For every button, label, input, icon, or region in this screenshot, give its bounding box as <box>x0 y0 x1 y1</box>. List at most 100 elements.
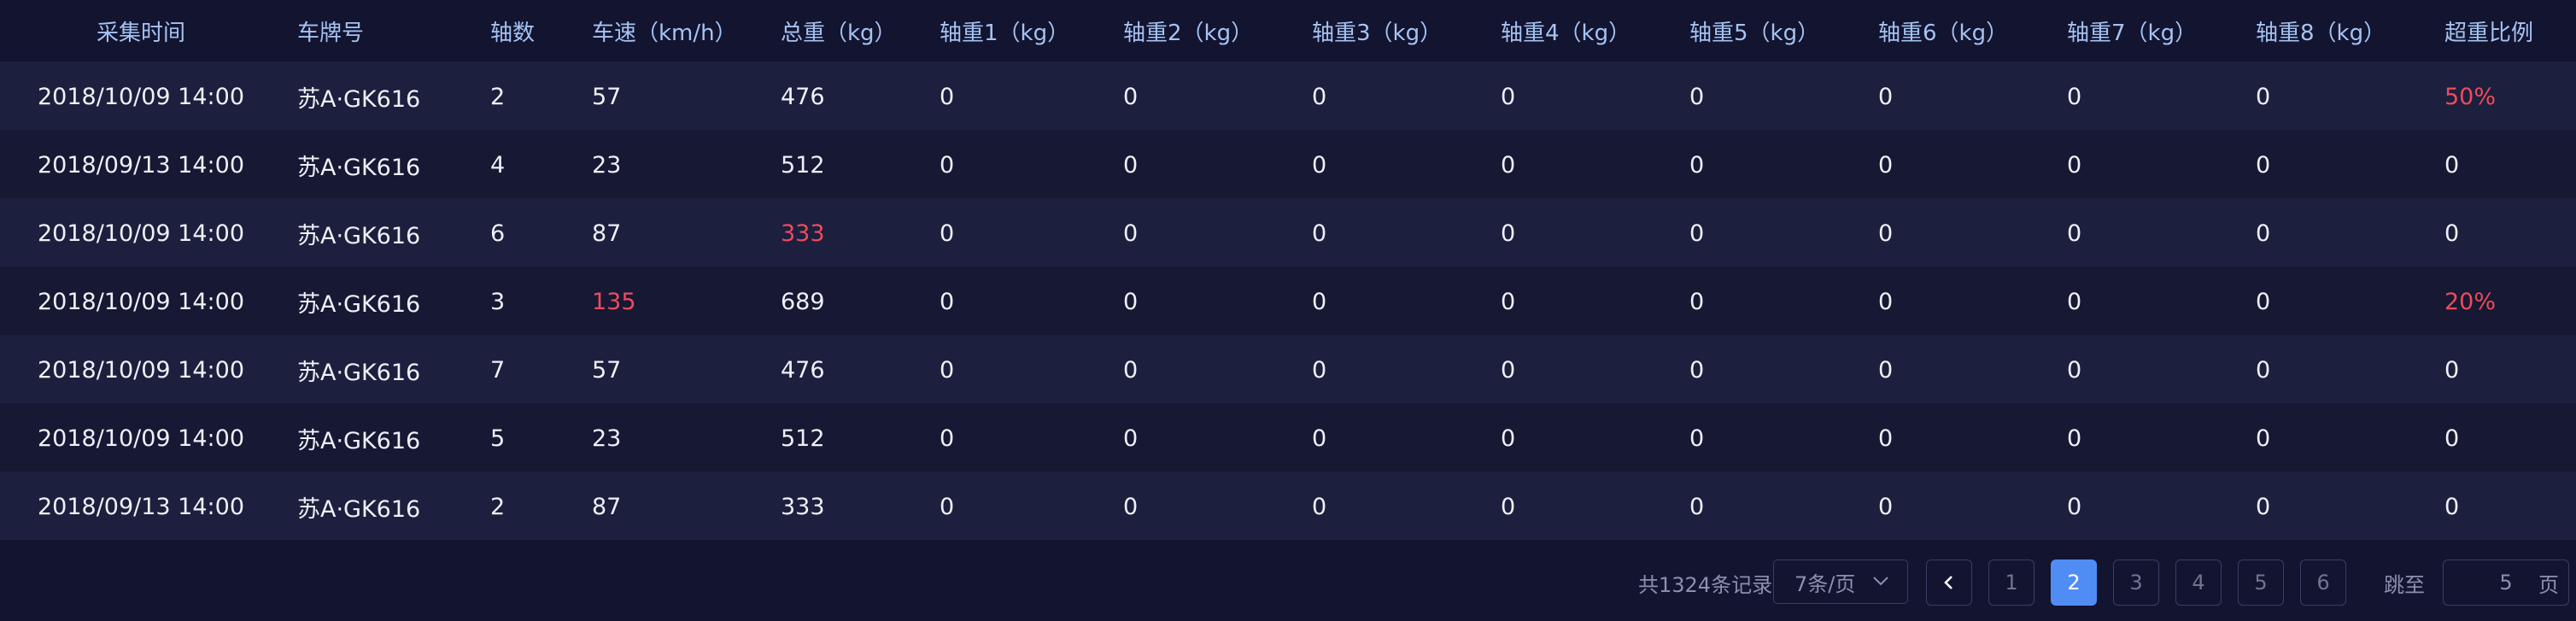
column-header-axle-weight-5: 轴重5（kg） <box>1689 21 1820 46</box>
table-cell: 0 <box>2067 220 2082 247</box>
page-button-3[interactable]: 3 <box>2113 559 2159 606</box>
page-size-select[interactable]: 7条/页 <box>1773 559 1908 604</box>
table-cell: 0 <box>1878 83 1894 110</box>
table-cell: 0 <box>1878 425 1894 452</box>
table-cell: 0 <box>1501 151 1516 179</box>
table-cell: 0 <box>1123 288 1139 315</box>
table-cell: 苏A·GK616 <box>297 427 421 454</box>
table-row[interactable]: 2018/10/09 14:00 苏A·GK616 7 57 476 0 0 0 0 0 0 0 0 0 <box>0 335 2576 403</box>
table-row[interactable]: 2018/10/09 14:00 苏A·GK616 3 135 689 0 0 0 0 0 0 0 0 2… <box>0 267 2576 335</box>
table-cell: 0 <box>2067 425 2082 452</box>
table-cell: 0 <box>1312 220 1327 247</box>
table-cell: 0 <box>2444 425 2460 452</box>
table-cell: 2018/10/09 14:00 <box>37 356 244 384</box>
table-cell: 3 <box>490 288 506 315</box>
table-cell: 0 <box>1689 151 1705 179</box>
total-records: 共1324条记录 <box>1638 572 1773 597</box>
table-cell: 0 <box>1312 356 1327 384</box>
page-button-4[interactable]: 4 <box>2175 559 2222 606</box>
table-cell: 苏A·GK616 <box>297 222 421 249</box>
table-cell: 苏A·GK616 <box>297 495 421 523</box>
table-row[interactable]: 2018/09/13 14:00 苏A·GK616 2 87 333 0 0 0 0 0 0 0 0 0 <box>0 472 2576 540</box>
table-cell: 0 <box>1123 220 1139 247</box>
table-cell: 6 <box>490 220 506 247</box>
table-cell: 57 <box>592 356 622 384</box>
table-row[interactable]: 2018/10/09 14:00 苏A·GK616 2 57 476 0 0 0 0 0 0 0 0 50… <box>0 62 2576 130</box>
table-cell: 333 <box>781 220 825 247</box>
table-cell: 0 <box>1123 425 1139 452</box>
table-cell: 0 <box>2256 220 2271 247</box>
table-cell: 0 <box>1501 220 1516 247</box>
table-body: 2018/10/09 14:00 苏A·GK616 2 57 476 0 0 0 0 0 0 0 0 5 0… <box>0 62 2576 540</box>
table-cell: 0 <box>2067 83 2082 110</box>
page-unit-label: 页 <box>2538 572 2559 597</box>
table-cell: 0 <box>1312 425 1327 452</box>
table-cell: 2018/10/09 14:00 <box>37 83 244 110</box>
table-cell: 0 <box>2444 220 2460 247</box>
column-header-speed: 车速（km/h） <box>592 21 737 46</box>
table-cell: 476 <box>781 356 825 384</box>
column-header-axle-weight-2: 轴重2（kg） <box>1123 21 1254 46</box>
table-cell: 23 <box>592 425 622 452</box>
table-cell: 0 <box>1689 493 1705 520</box>
pagination: 共1324条记录 7条/页 123456 跳至 页 <box>0 559 2576 606</box>
table-cell: 苏A·GK616 <box>297 154 421 181</box>
table-cell: 0 <box>1501 83 1516 110</box>
table-row[interactable]: 2018/10/09 14:00 苏A·GK616 6 87 333 0 0 0 0 0 0 0 0 0 <box>0 198 2576 267</box>
column-header-axle-weight-7: 轴重7（kg） <box>2067 21 2198 46</box>
page-button-5[interactable]: 5 <box>2238 559 2284 606</box>
table-cell: 0 <box>940 288 955 315</box>
table-cell: 87 <box>592 493 622 520</box>
table-cell: 333 <box>781 493 825 520</box>
table-cell: 2018/09/13 14:00 <box>37 493 244 520</box>
table-cell: 0 <box>1312 493 1327 520</box>
table-cell: 0 <box>1878 493 1894 520</box>
table-cell: 0 <box>940 425 955 452</box>
table-cell: 135 <box>592 288 636 315</box>
table-cell: 0 <box>1501 425 1516 452</box>
page-size-value: 7条/页 <box>1794 571 1856 596</box>
table-cell: 0 <box>1501 356 1516 384</box>
column-header-axle-weight-6: 轴重6（kg） <box>1878 21 2009 46</box>
table-cell: 0 <box>1501 493 1516 520</box>
table-cell: 0 <box>940 151 955 179</box>
table-cell: 0 <box>940 220 955 247</box>
table-cell: 0 <box>1123 493 1139 520</box>
table-cell: 2 <box>490 493 506 520</box>
table-cell: 0 <box>2444 151 2460 179</box>
table-cell: 苏A·GK616 <box>297 85 421 113</box>
column-header-axle-weight-8: 轴重8（kg） <box>2256 21 2386 46</box>
table-cell: 0 <box>2067 288 2082 315</box>
table-cell: 2 <box>490 83 506 110</box>
table-cell: 0 <box>1501 288 1516 315</box>
table-cell: 0 <box>1312 288 1327 315</box>
page-button-2[interactable]: 2 <box>2051 559 2097 606</box>
table-cell: 0 <box>1878 356 1894 384</box>
table-cell: 0 <box>2067 356 2082 384</box>
page-button-6[interactable]: 6 <box>2300 559 2346 606</box>
table-cell: 0 <box>2256 151 2271 179</box>
table-cell: 0 <box>1123 151 1139 179</box>
table-cell: 0 <box>2067 493 2082 520</box>
table-row[interactable]: 2018/09/13 14:00 苏A·GK616 4 23 512 0 0 0 0 0 0 0 0 0 <box>0 130 2576 198</box>
column-header-axle-weight-3: 轴重3（kg） <box>1312 21 1443 46</box>
table-cell: 0 <box>1312 83 1327 110</box>
table-cell: 2018/09/13 14:00 <box>37 151 244 179</box>
table-cell: 0 <box>1689 83 1705 110</box>
table-cell: 5 <box>490 425 506 452</box>
page-button-1[interactable]: 1 <box>1988 559 2034 606</box>
column-header-overweight-ratio: 超重比例 <box>2444 21 2534 46</box>
table-row[interactable]: 2018/10/09 14:00 苏A·GK616 5 23 512 0 0 0 0 0 0 0 0 0 <box>0 403 2576 472</box>
table-cell: 2018/10/09 14:00 <box>37 425 244 452</box>
chevron-left-icon <box>1944 576 1952 589</box>
table-cell: 7 <box>490 356 506 384</box>
data-table: 采集时间 车牌号 轴数 车速（km/h） 总重（kg） 轴重1（kg） 轴重2（… <box>0 0 2576 540</box>
table-cell: 苏A·GK616 <box>297 359 421 386</box>
column-header-plate: 车牌号 <box>297 21 365 46</box>
table-cell: 476 <box>781 83 825 110</box>
table-cell: 512 <box>781 151 825 179</box>
prev-page-button[interactable] <box>1926 559 1972 606</box>
table-cell: 0 <box>2256 83 2271 110</box>
table-cell: 苏A·GK616 <box>297 290 421 318</box>
table-cell: 87 <box>592 220 622 247</box>
